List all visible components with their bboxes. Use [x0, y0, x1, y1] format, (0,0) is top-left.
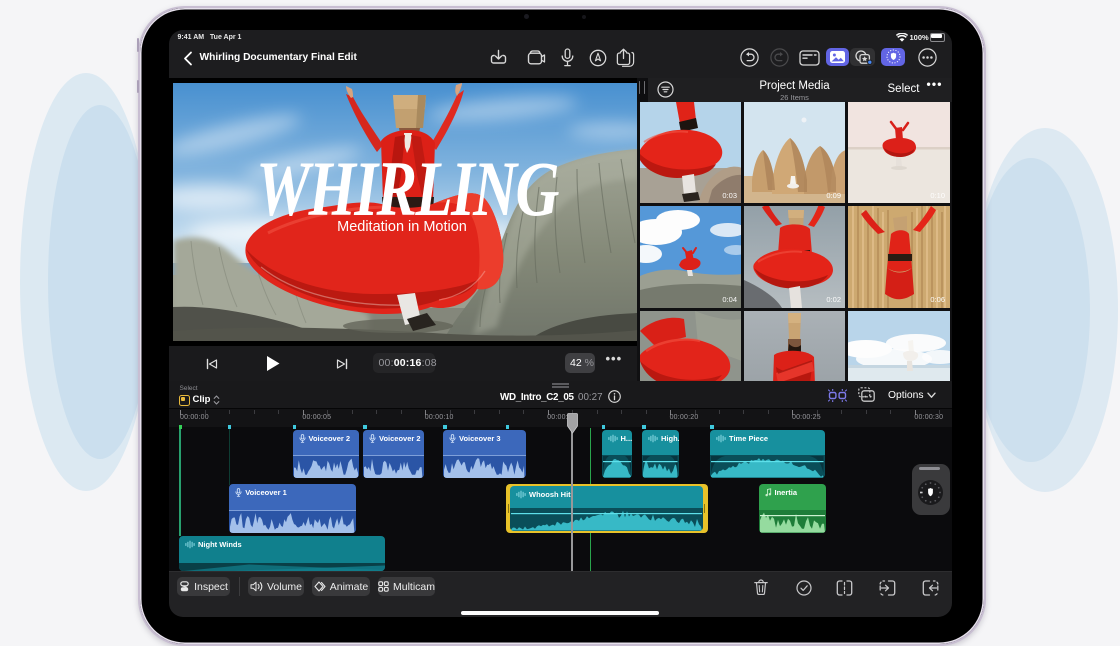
- svg-text:0:10: 0:10: [930, 191, 945, 200]
- svg-text:0:04: 0:04: [722, 295, 737, 304]
- svg-text:0:06: 0:06: [930, 295, 945, 304]
- svg-text:0:02: 0:02: [826, 295, 841, 304]
- svg-text:0:09: 0:09: [826, 191, 841, 200]
- svg-text:0:03: 0:03: [722, 191, 737, 200]
- svg-text:Meditation in Motion: Meditation in Motion: [337, 219, 467, 235]
